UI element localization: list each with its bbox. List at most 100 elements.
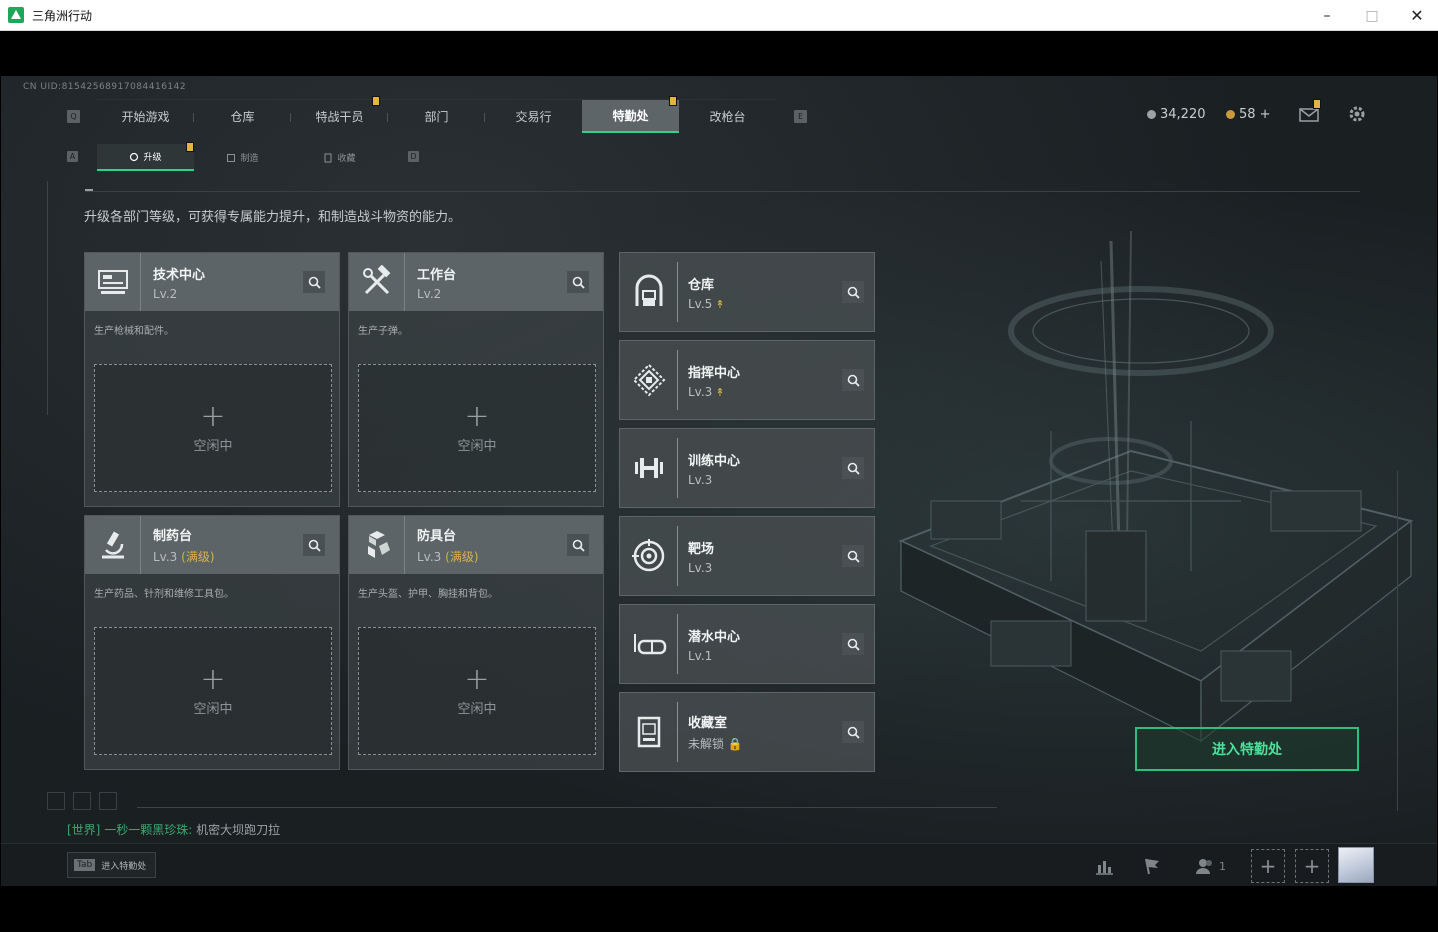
inspect-button[interactable] bbox=[842, 721, 864, 743]
facility-name: 防具台 bbox=[417, 529, 457, 544]
minimize-button[interactable]: – bbox=[1304, 0, 1350, 31]
world-chat-line[interactable]: [世界] 一秒一颗黑珍珠: 机密大坝跑刀拉 bbox=[67, 821, 280, 838]
stats-chart-icon[interactable] bbox=[1093, 849, 1115, 883]
dumbbell-icon bbox=[620, 438, 678, 498]
inspect-button[interactable] bbox=[567, 271, 589, 293]
search-icon bbox=[847, 462, 860, 475]
window-title: 三角洲行动 bbox=[32, 8, 93, 23]
tab-key-hint: Tab bbox=[74, 859, 96, 871]
tab-trading[interactable]: 交易行 bbox=[485, 99, 582, 133]
lock-icon: 🔒 bbox=[727, 737, 743, 751]
facility-card-diving-center[interactable]: 潜水中心 Lv.1 bbox=[619, 604, 875, 684]
player-avatar[interactable] bbox=[1338, 847, 1374, 883]
search-icon bbox=[308, 539, 321, 552]
slot-status: 空闲中 bbox=[457, 701, 497, 717]
subtab-label: 制造 bbox=[240, 154, 259, 164]
divider bbox=[137, 807, 997, 808]
mail-icon[interactable] bbox=[1299, 99, 1321, 122]
divider bbox=[85, 191, 1360, 192]
enter-special-ops-hint[interactable]: Tab 进入特勤处 bbox=[67, 852, 156, 878]
coin-balance[interactable]: 34,220 bbox=[1147, 107, 1206, 122]
facility-card-workbench[interactable]: 工作台 Lv.2 生产子弹。 + 空闲中 bbox=[348, 252, 604, 507]
flag-icon[interactable] bbox=[1141, 849, 1163, 883]
facility-name: 技术中心 bbox=[153, 267, 206, 283]
tab-label: 交易行 bbox=[515, 110, 552, 124]
card-header: 制药台 Lv.3 (满级) bbox=[85, 516, 339, 574]
invite-slot-2[interactable]: + bbox=[1295, 849, 1329, 883]
divider-accent bbox=[85, 189, 93, 191]
inspect-button[interactable] bbox=[842, 369, 864, 391]
close-button[interactable]: ✕ bbox=[1394, 0, 1438, 31]
tab-start-game[interactable]: 开始游戏 bbox=[97, 99, 194, 133]
search-icon bbox=[847, 374, 860, 387]
subtab-craft[interactable]: 制造 bbox=[194, 144, 291, 171]
inspect-button[interactable] bbox=[842, 281, 864, 303]
production-slot[interactable]: + 空闲中 bbox=[94, 364, 332, 492]
facility-card-pharmacy[interactable]: 制药台 Lv.3 (满级) 生产药品、针剂和维修工具包。 + 空闲中 bbox=[84, 515, 340, 770]
facility-card-tech-center[interactable]: 技术中心 Lv.2 生产枪械和配件。 + 空闲中 bbox=[84, 252, 340, 507]
chat-message: 机密大坝跑刀拉 bbox=[196, 823, 281, 837]
invite-slot-1[interactable]: + bbox=[1251, 849, 1285, 883]
search-icon bbox=[572, 276, 585, 289]
settings-gear-icon[interactable] bbox=[1348, 105, 1366, 123]
facility-level: Lv.2 bbox=[153, 286, 178, 301]
facility-name: 制药台 bbox=[153, 529, 193, 544]
search-icon bbox=[308, 276, 321, 289]
facility-card-training-center[interactable]: 训练中心 Lv.3 bbox=[619, 428, 875, 508]
inspect-button[interactable] bbox=[303, 271, 325, 293]
production-slot[interactable]: + 空闲中 bbox=[358, 364, 596, 492]
tab-special-ops[interactable]: 特勤处 bbox=[582, 96, 679, 133]
tab-departments[interactable]: 部门 bbox=[388, 99, 485, 133]
friends-button[interactable]: 1 bbox=[1193, 849, 1229, 883]
facility-name: 仓库 bbox=[688, 277, 715, 293]
card-header: 工作台 Lv.2 bbox=[349, 253, 603, 311]
inspect-button[interactable] bbox=[842, 633, 864, 655]
subtab-label: 升级 bbox=[143, 153, 162, 163]
notification-badge bbox=[1313, 99, 1321, 109]
slot-status: 空闲中 bbox=[457, 438, 497, 454]
search-icon bbox=[847, 550, 860, 563]
facility-level: 未解锁 🔒 bbox=[688, 737, 743, 751]
facility-name: 指挥中心 bbox=[688, 365, 741, 381]
window-titlebar: 三角洲行动 – □ ✕ bbox=[0, 0, 1438, 31]
facility-level: Lv.3 bbox=[688, 472, 713, 487]
inspect-button[interactable] bbox=[567, 534, 589, 556]
facility-card-collection-room[interactable]: 收藏室 未解锁 🔒 bbox=[619, 692, 875, 772]
app-logo-icon bbox=[8, 7, 24, 23]
maximize-button[interactable]: □ bbox=[1349, 0, 1395, 31]
add-icon: + bbox=[200, 661, 226, 697]
friends-icon bbox=[1196, 859, 1212, 874]
diving-mask-icon bbox=[620, 614, 678, 674]
facility-card-shooting-range[interactable]: 靶场 Lv.3 bbox=[619, 516, 875, 596]
facility-level: Lv.2 bbox=[417, 286, 442, 301]
main-nav-tabs: 开始游戏 仓库 特战干员 部门 交易行 特勤处 改枪台 bbox=[97, 96, 776, 133]
inspect-button[interactable] bbox=[842, 545, 864, 567]
frame-line bbox=[47, 181, 48, 415]
tab-operators[interactable]: 特战干员 bbox=[291, 96, 388, 133]
facility-description: 生产子弹。 bbox=[358, 326, 408, 337]
facility-level: Lv.3 ↟ bbox=[688, 384, 725, 399]
inspect-button[interactable] bbox=[303, 534, 325, 556]
slot-status: 空闲中 bbox=[193, 438, 233, 454]
player-uid: CN UID:8154256891708441614​2 bbox=[23, 82, 187, 92]
inspect-button[interactable] bbox=[842, 457, 864, 479]
facility-card-armor-bench[interactable]: 防具台 Lv.3 (满级) 生产头盔、护甲、胸挂和背包。 + 空闲中 bbox=[348, 515, 604, 770]
production-slot[interactable]: + 空闲中 bbox=[94, 627, 332, 755]
facility-card-command-center[interactable]: 指挥中心 Lv.3 ↟ bbox=[619, 340, 875, 420]
slot-box bbox=[99, 792, 117, 810]
frame-line bbox=[1397, 471, 1398, 811]
enter-special-ops-button[interactable]: 进入特勤处 bbox=[1135, 727, 1359, 771]
subtab-upgrade[interactable]: 升级 bbox=[97, 142, 194, 171]
hammer-wrench-icon bbox=[349, 253, 405, 311]
search-icon bbox=[572, 539, 585, 552]
slot-box bbox=[47, 792, 65, 810]
tab-gunsmith[interactable]: 改枪台 bbox=[679, 99, 776, 133]
facility-name: 潜水中心 bbox=[688, 629, 741, 645]
facility-card-warehouse[interactable]: 仓库 Lv.5 ↟ bbox=[619, 252, 875, 332]
ticket-balance[interactable]: 58 + bbox=[1226, 107, 1271, 122]
production-slot[interactable]: + 空闲中 bbox=[358, 627, 596, 755]
tab-warehouse[interactable]: 仓库 bbox=[194, 99, 291, 133]
subtab-collection[interactable]: 收藏 bbox=[291, 144, 388, 171]
card-header: 防具台 Lv.3 (满级) bbox=[349, 516, 603, 574]
page-description: 升级各部门等级，可获得专属能力提升，和制造战斗物资的能力。 bbox=[84, 210, 462, 225]
